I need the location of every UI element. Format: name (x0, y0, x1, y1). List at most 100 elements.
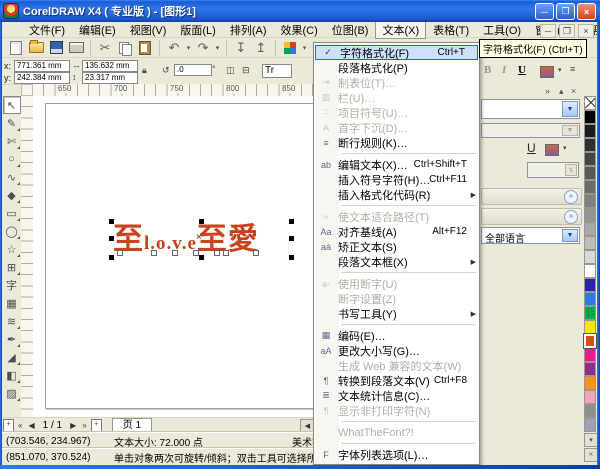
character-node-marker[interactable] (193, 250, 199, 256)
redo-dropdown-arrow-icon[interactable]: ▾ (213, 39, 222, 57)
color-swatch-bcbcbc[interactable] (584, 236, 596, 250)
menubar-item-排列(A)[interactable]: 排列(A) (223, 21, 274, 39)
menubar-item-编辑(E)[interactable]: 编辑(E) (72, 21, 123, 39)
color-swatch-2d7be0[interactable] (584, 292, 596, 306)
last-page-button[interactable]: » (80, 421, 88, 430)
rotation-angle-field[interactable]: .0 (174, 64, 212, 76)
selection-handle[interactable] (289, 236, 294, 241)
undo-icon[interactable]: ↶ (164, 39, 184, 57)
pick-tool[interactable]: ↖ (2, 96, 21, 114)
table-tool[interactable]: ▦ (3, 294, 21, 312)
character-node-marker[interactable] (253, 250, 259, 256)
underline-button[interactable]: U (518, 64, 526, 76)
color-swatch-949494[interactable] (584, 208, 596, 222)
menu-item-书写工具Y[interactable]: 书写工具(Y) ▶ (314, 306, 479, 321)
freehand-tool[interactable]: ∿ (3, 168, 21, 186)
cut-icon[interactable]: ✂ (95, 39, 115, 57)
palette-open-icon[interactable]: « (584, 447, 598, 462)
fill-tool[interactable]: ◧ (3, 366, 21, 384)
smart-fill-tool[interactable]: ◆ (3, 186, 21, 204)
interactive-fill-tool[interactable]: ▨ (3, 384, 21, 402)
color-swatch-d8d8d8[interactable] (584, 250, 596, 264)
next-page-button[interactable]: ▶ (68, 421, 78, 430)
text-alignment-icon[interactable]: ≡ (570, 64, 575, 74)
color-swatch-2b22a8[interactable] (584, 278, 596, 292)
palette-scroll-down-icon[interactable]: ▾ (584, 432, 598, 447)
color-swatch-f59220[interactable] (584, 376, 596, 390)
color-swatch-a0a0b8[interactable] (584, 418, 596, 432)
color-swatch-808080[interactable] (584, 194, 596, 208)
color-swatch-000000[interactable] (584, 110, 596, 124)
lock-ratio-icon[interactable]: 🔒︎ (142, 65, 147, 76)
mdi-restore-button[interactable]: ❐ (559, 24, 575, 38)
crop-tool[interactable]: ✄ (3, 132, 21, 150)
menu-item-文本统计信息C[interactable]: ≣ 文本统计信息(C)… (314, 388, 479, 403)
first-page-button[interactable]: « (16, 421, 24, 430)
menubar-item-效果(C)[interactable]: 效果(C) (274, 21, 325, 39)
menubar-item-工具(O)[interactable]: 工具(O) (476, 21, 528, 39)
object-height-field[interactable]: 23.317 mm (82, 72, 138, 84)
menubar-item-版面(L)[interactable]: 版面(L) (173, 21, 222, 39)
restore-button[interactable]: ❐ (556, 3, 575, 20)
open-document-icon[interactable] (26, 39, 46, 57)
menubar-item-表格(T)[interactable]: 表格(T) (426, 21, 476, 39)
export-icon[interactable]: ↥ (251, 39, 271, 57)
redo-icon[interactable]: ↷ (193, 39, 213, 57)
section-expand-chevron-icon[interactable]: » (564, 190, 578, 204)
selection-handle[interactable] (199, 255, 204, 260)
color-swatch-f0e800[interactable] (584, 320, 596, 334)
menubar-item-文件(F)[interactable]: 文件(F) (22, 21, 72, 39)
new-document-icon[interactable] (6, 39, 26, 57)
eyedropper-tool[interactable]: ✒ (3, 330, 21, 348)
selection-center-marker[interactable]: × (196, 232, 202, 243)
language-dropdown[interactable]: 全部语言 ▼ (481, 227, 580, 245)
mirror-horizontal-icon[interactable]: ◫ (226, 65, 235, 76)
ellipse-tool[interactable]: ◯ (3, 222, 21, 240)
color-swatch-585858[interactable] (584, 166, 596, 180)
polygon-tool[interactable]: ☆ (3, 240, 21, 258)
selection-handle[interactable] (109, 219, 114, 224)
selection-handle[interactable] (199, 219, 204, 224)
import-icon[interactable]: ↧ (231, 39, 251, 57)
docker-section-character-shift[interactable]: » (481, 188, 582, 205)
menu-item-段落格式化P[interactable]: 段落格式化(P) (314, 60, 479, 75)
underline-icon[interactable]: U (527, 141, 536, 155)
docker-pin-icon[interactable]: ▴ (559, 86, 564, 97)
rectangle-tool[interactable]: ▭ (3, 204, 21, 222)
x-position-field[interactable]: 771.361 mm (14, 60, 70, 72)
selection-handle[interactable] (109, 236, 114, 241)
tr-style-button[interactable]: Tr (262, 64, 292, 78)
font-dropdown-arrow-icon[interactable]: ▼ (562, 101, 578, 117)
mdi-close-button[interactable]: × (578, 24, 594, 38)
application-launcher-dropdown-arrow-icon[interactable]: ▾ (300, 39, 309, 57)
bold-button[interactable]: B (484, 64, 491, 76)
character-node-marker[interactable] (214, 250, 220, 256)
mdi-minimize-button[interactable]: ─ (540, 24, 556, 38)
menu-item-字符格式化F[interactable]: ✓ 字符格式化(F) Ctrl+T (315, 45, 478, 60)
color-swatch-6c6c6c[interactable] (584, 180, 596, 194)
object-width-field[interactable]: 135.632 mm (82, 60, 138, 72)
basic-shapes-tool[interactable]: ⊞ (3, 258, 21, 276)
minimize-button[interactable]: ─ (535, 3, 554, 20)
shape-tool[interactable]: ✎ (3, 114, 21, 132)
zoom-tool[interactable]: ○ (3, 150, 21, 168)
paste-icon[interactable] (135, 39, 155, 57)
color-swatch-303030[interactable] (584, 138, 596, 152)
effects-dropdown-arrow-icon[interactable]: ▾ (563, 144, 567, 152)
style-dropdown-arrow-icon[interactable]: ▾ (558, 66, 562, 74)
color-swatch-e04b16[interactable] (583, 333, 597, 349)
print-document-icon[interactable] (66, 39, 86, 57)
page-tab[interactable]: 页 1 (111, 418, 153, 432)
menu-item-插入符号字符H[interactable]: 插入符号字符(H)… Ctrl+F11 (314, 172, 479, 187)
menu-item-对齐基线A[interactable]: Aa 对齐基线(A) Alt+F12 (314, 224, 479, 239)
y-position-field[interactable]: 242.384 mm (14, 72, 70, 84)
docker-section-script[interactable]: » (481, 208, 582, 225)
language-dropdown-arrow-icon[interactable]: ▼ (562, 229, 578, 242)
menu-item-断行规则K[interactable]: ≡ 断行规则(K)… (314, 135, 479, 150)
add-page-end-button[interactable]: + (90, 418, 102, 432)
menu-item-矫正文本S[interactable]: aà 矫正文本(S) (314, 239, 479, 254)
docker-expand-icon[interactable]: » (545, 86, 550, 96)
character-node-marker[interactable] (172, 250, 178, 256)
menubar-item-视图(V)[interactable]: 视图(V) (123, 21, 174, 39)
menu-item-转换到段落文本V[interactable]: ¶ 转换到段落文本(V) Ctrl+F8 (314, 373, 479, 388)
